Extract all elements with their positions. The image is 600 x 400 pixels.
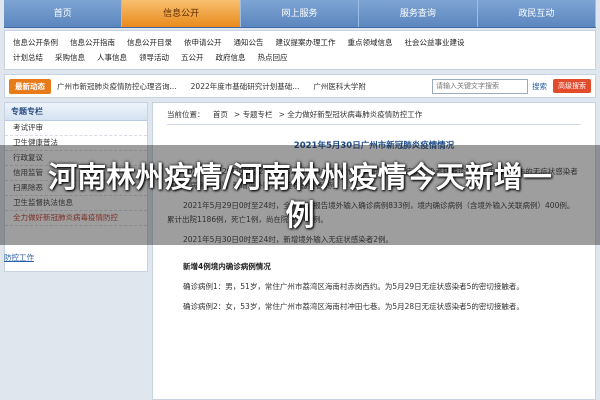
breadcrumb-link[interactable]: 首页 (213, 110, 228, 119)
sub-nav: 信息公开条例 信息公开指南 信息公开目录 依申请公开 通知公告 建议提案办理工作… (4, 30, 596, 70)
latest-news-label: 最新动态 (9, 78, 51, 94)
breadcrumb: 当前位置： 首页 > 专题专栏 > 全力做好新型冠状病毒肺炎疫情防控工作 (167, 109, 581, 125)
nav-interaction[interactable]: 政民互动 (478, 0, 597, 27)
sidebar-title: 专题专栏 (5, 103, 147, 121)
sub-nav-link[interactable]: 领导活动 (139, 50, 169, 65)
sub-nav-link[interactable]: 重点领域信息 (348, 35, 393, 50)
sidebar-back-link[interactable]: 防控工作 (4, 252, 34, 263)
sub-nav-link[interactable]: 社会公益事业建设 (405, 35, 465, 50)
ticker-link[interactable]: 2022年度市基础研究计划基础... (191, 81, 300, 92)
top-nav: 首页 信息公开 网上服务 服务查询 政民互动 (4, 0, 597, 28)
breadcrumb-link[interactable]: 专题专栏 (243, 110, 273, 119)
search-input[interactable] (432, 78, 528, 94)
sub-nav-link[interactable]: 建议提案办理工作 (276, 35, 336, 50)
nav-service-query[interactable]: 服务查询 (359, 0, 478, 27)
sub-nav-link[interactable]: 人事信息 (97, 50, 127, 65)
sub-nav-link[interactable]: 政府信息 (216, 50, 246, 65)
sub-nav-link[interactable]: 采购信息 (55, 50, 85, 65)
advanced-search-button[interactable]: 高级搜索 (553, 79, 591, 93)
sub-nav-link[interactable]: 五公开 (181, 50, 204, 65)
sub-nav-link[interactable]: 信息公开条例 (13, 35, 58, 50)
overlay-title: 河南林州疫情/河南林州疫情今天新增一例 (48, 160, 552, 232)
ticker-link[interactable]: 广州医科大学附 (313, 81, 366, 92)
sub-nav-link[interactable]: 信息公开目录 (127, 35, 172, 50)
article-subheading: 新增4例境内确诊病例情况 (183, 262, 271, 271)
sub-nav-link[interactable]: 依申请公开 (184, 35, 222, 50)
sub-nav-link[interactable]: 通知公告 (234, 35, 264, 50)
case-paragraph: 确诊病例2：女，53岁，常住广州市荔湾区海南村冲田七巷。为5月28日无症状感染者… (183, 302, 524, 311)
nav-online-service[interactable]: 网上服务 (241, 0, 360, 27)
ticker-link[interactable]: 广州市新冠肺炎疫情防控心理咨询... (57, 81, 177, 92)
nav-home[interactable]: 首页 (4, 0, 123, 27)
news-ticker: 广州市新冠肺炎疫情防控心理咨询... 2022年度市基础研究计划基础... 广州… (57, 81, 432, 92)
breadcrumb-link[interactable]: 全力做好新型冠状病毒肺炎疫情防控工作 (287, 110, 422, 119)
case-paragraph: 确诊病例1：男，51岁，常住广州市荔湾区海南村赤岗西约。为5月29日无症状感染者… (183, 282, 524, 291)
search-button[interactable]: 搜索 (532, 81, 547, 92)
nav-info-disclosure[interactable]: 信息公开 (122, 0, 241, 27)
sub-nav-link[interactable]: 计划总结 (13, 50, 43, 65)
breadcrumb-prefix: 当前位置： (167, 110, 205, 119)
sub-nav-link[interactable]: 信息公开指南 (70, 35, 115, 50)
sidebar-item[interactable]: 考试评审 (5, 121, 147, 136)
sub-nav-link[interactable]: 热点回应 (258, 50, 288, 65)
update-bar: 最新动态 广州市新冠肺炎疫情防控心理咨询... 2022年度市基础研究计划基础.… (4, 74, 596, 98)
